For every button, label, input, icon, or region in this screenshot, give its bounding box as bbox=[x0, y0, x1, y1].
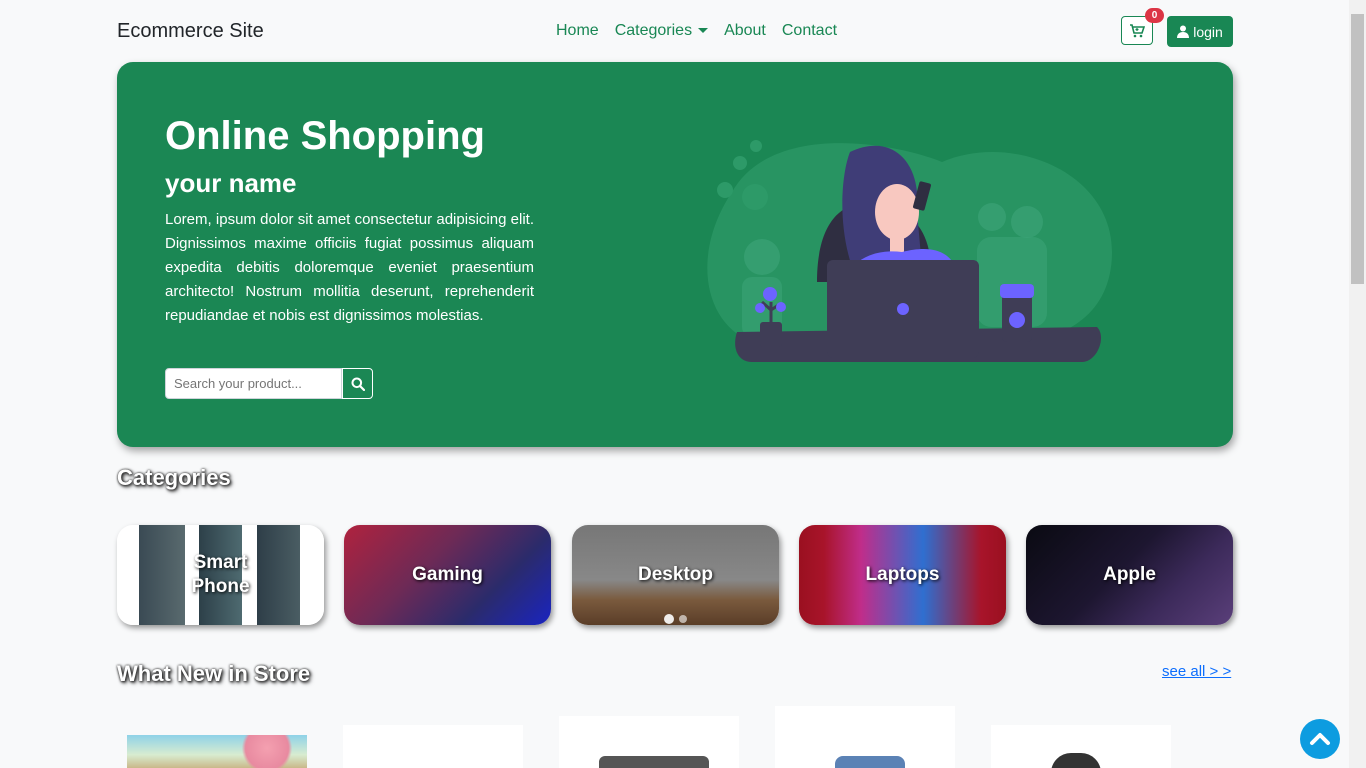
hero-title: Online Shopping bbox=[165, 114, 485, 158]
laptop-product-shape bbox=[599, 756, 709, 768]
nav-categories-label: Categories bbox=[614, 22, 693, 39]
product-image[interactable] bbox=[991, 725, 1171, 768]
see-all-link[interactable]: see all > > bbox=[1162, 663, 1231, 680]
brand-logo-text[interactable]: Ecommerce Site bbox=[117, 20, 264, 43]
product-shape bbox=[835, 756, 905, 768]
product-shape bbox=[1051, 753, 1101, 768]
hero-illustration bbox=[707, 140, 1112, 362]
hero-banner: Online Shopping your name Lorem, ipsum d… bbox=[117, 62, 1233, 447]
nav-categories-dropdown[interactable]: Categories bbox=[614, 22, 709, 40]
navbar: Ecommerce Site Home Categories About Con… bbox=[117, 0, 1233, 62]
category-card-laptops[interactable]: Laptops bbox=[799, 525, 1006, 625]
category-card-smart-phone[interactable]: Smart Phone bbox=[117, 525, 324, 625]
chevron-up-icon bbox=[1310, 733, 1330, 745]
search-form bbox=[165, 368, 373, 399]
whats-new-heading: What New in Store bbox=[117, 661, 311, 686]
search-icon bbox=[351, 377, 365, 391]
product-image[interactable] bbox=[775, 706, 955, 768]
nav-contact[interactable]: Contact bbox=[782, 22, 837, 40]
category-label: Laptops bbox=[865, 564, 940, 585]
category-label: Smart Phone bbox=[191, 552, 250, 597]
nav-links: Home Categories About Contact bbox=[556, 22, 837, 40]
cart-icon bbox=[1130, 23, 1145, 37]
categories-heading: Categories bbox=[117, 465, 231, 490]
indicator-dot[interactable] bbox=[664, 614, 674, 624]
nav-home[interactable]: Home bbox=[556, 22, 599, 40]
hero-description: Lorem, ipsum dolor sit amet consectetur … bbox=[165, 211, 534, 324]
product-image[interactable] bbox=[343, 725, 523, 768]
indicator-dot[interactable] bbox=[679, 615, 687, 623]
category-card-desktop[interactable]: Desktop bbox=[572, 525, 779, 625]
carousel-indicators[interactable] bbox=[664, 614, 687, 624]
product-image[interactable] bbox=[559, 716, 739, 768]
cart-count-badge: 0 bbox=[1145, 8, 1164, 23]
product-image[interactable] bbox=[127, 735, 307, 768]
category-card-gaming[interactable]: Gaming bbox=[344, 525, 551, 625]
tree-decor bbox=[237, 735, 297, 768]
nav-about[interactable]: About bbox=[724, 22, 766, 40]
search-input[interactable] bbox=[165, 368, 342, 399]
category-card-apple[interactable]: Apple bbox=[1026, 525, 1233, 625]
login-button[interactable]: login bbox=[1167, 16, 1233, 47]
category-label: Gaming bbox=[412, 564, 483, 585]
category-label: Desktop bbox=[638, 564, 713, 585]
scrollbar-thumb[interactable] bbox=[1351, 14, 1364, 284]
category-label: Apple bbox=[1103, 564, 1156, 585]
back-to-top-button[interactable] bbox=[1300, 719, 1340, 759]
categories-row: Smart Phone Gaming Desktop Laptops Apple bbox=[117, 525, 1233, 625]
login-label: login bbox=[1193, 23, 1223, 40]
hero-subtitle: your name bbox=[165, 168, 297, 198]
caret-down-icon bbox=[698, 28, 709, 34]
search-button[interactable] bbox=[342, 368, 373, 399]
user-icon bbox=[1177, 25, 1190, 38]
